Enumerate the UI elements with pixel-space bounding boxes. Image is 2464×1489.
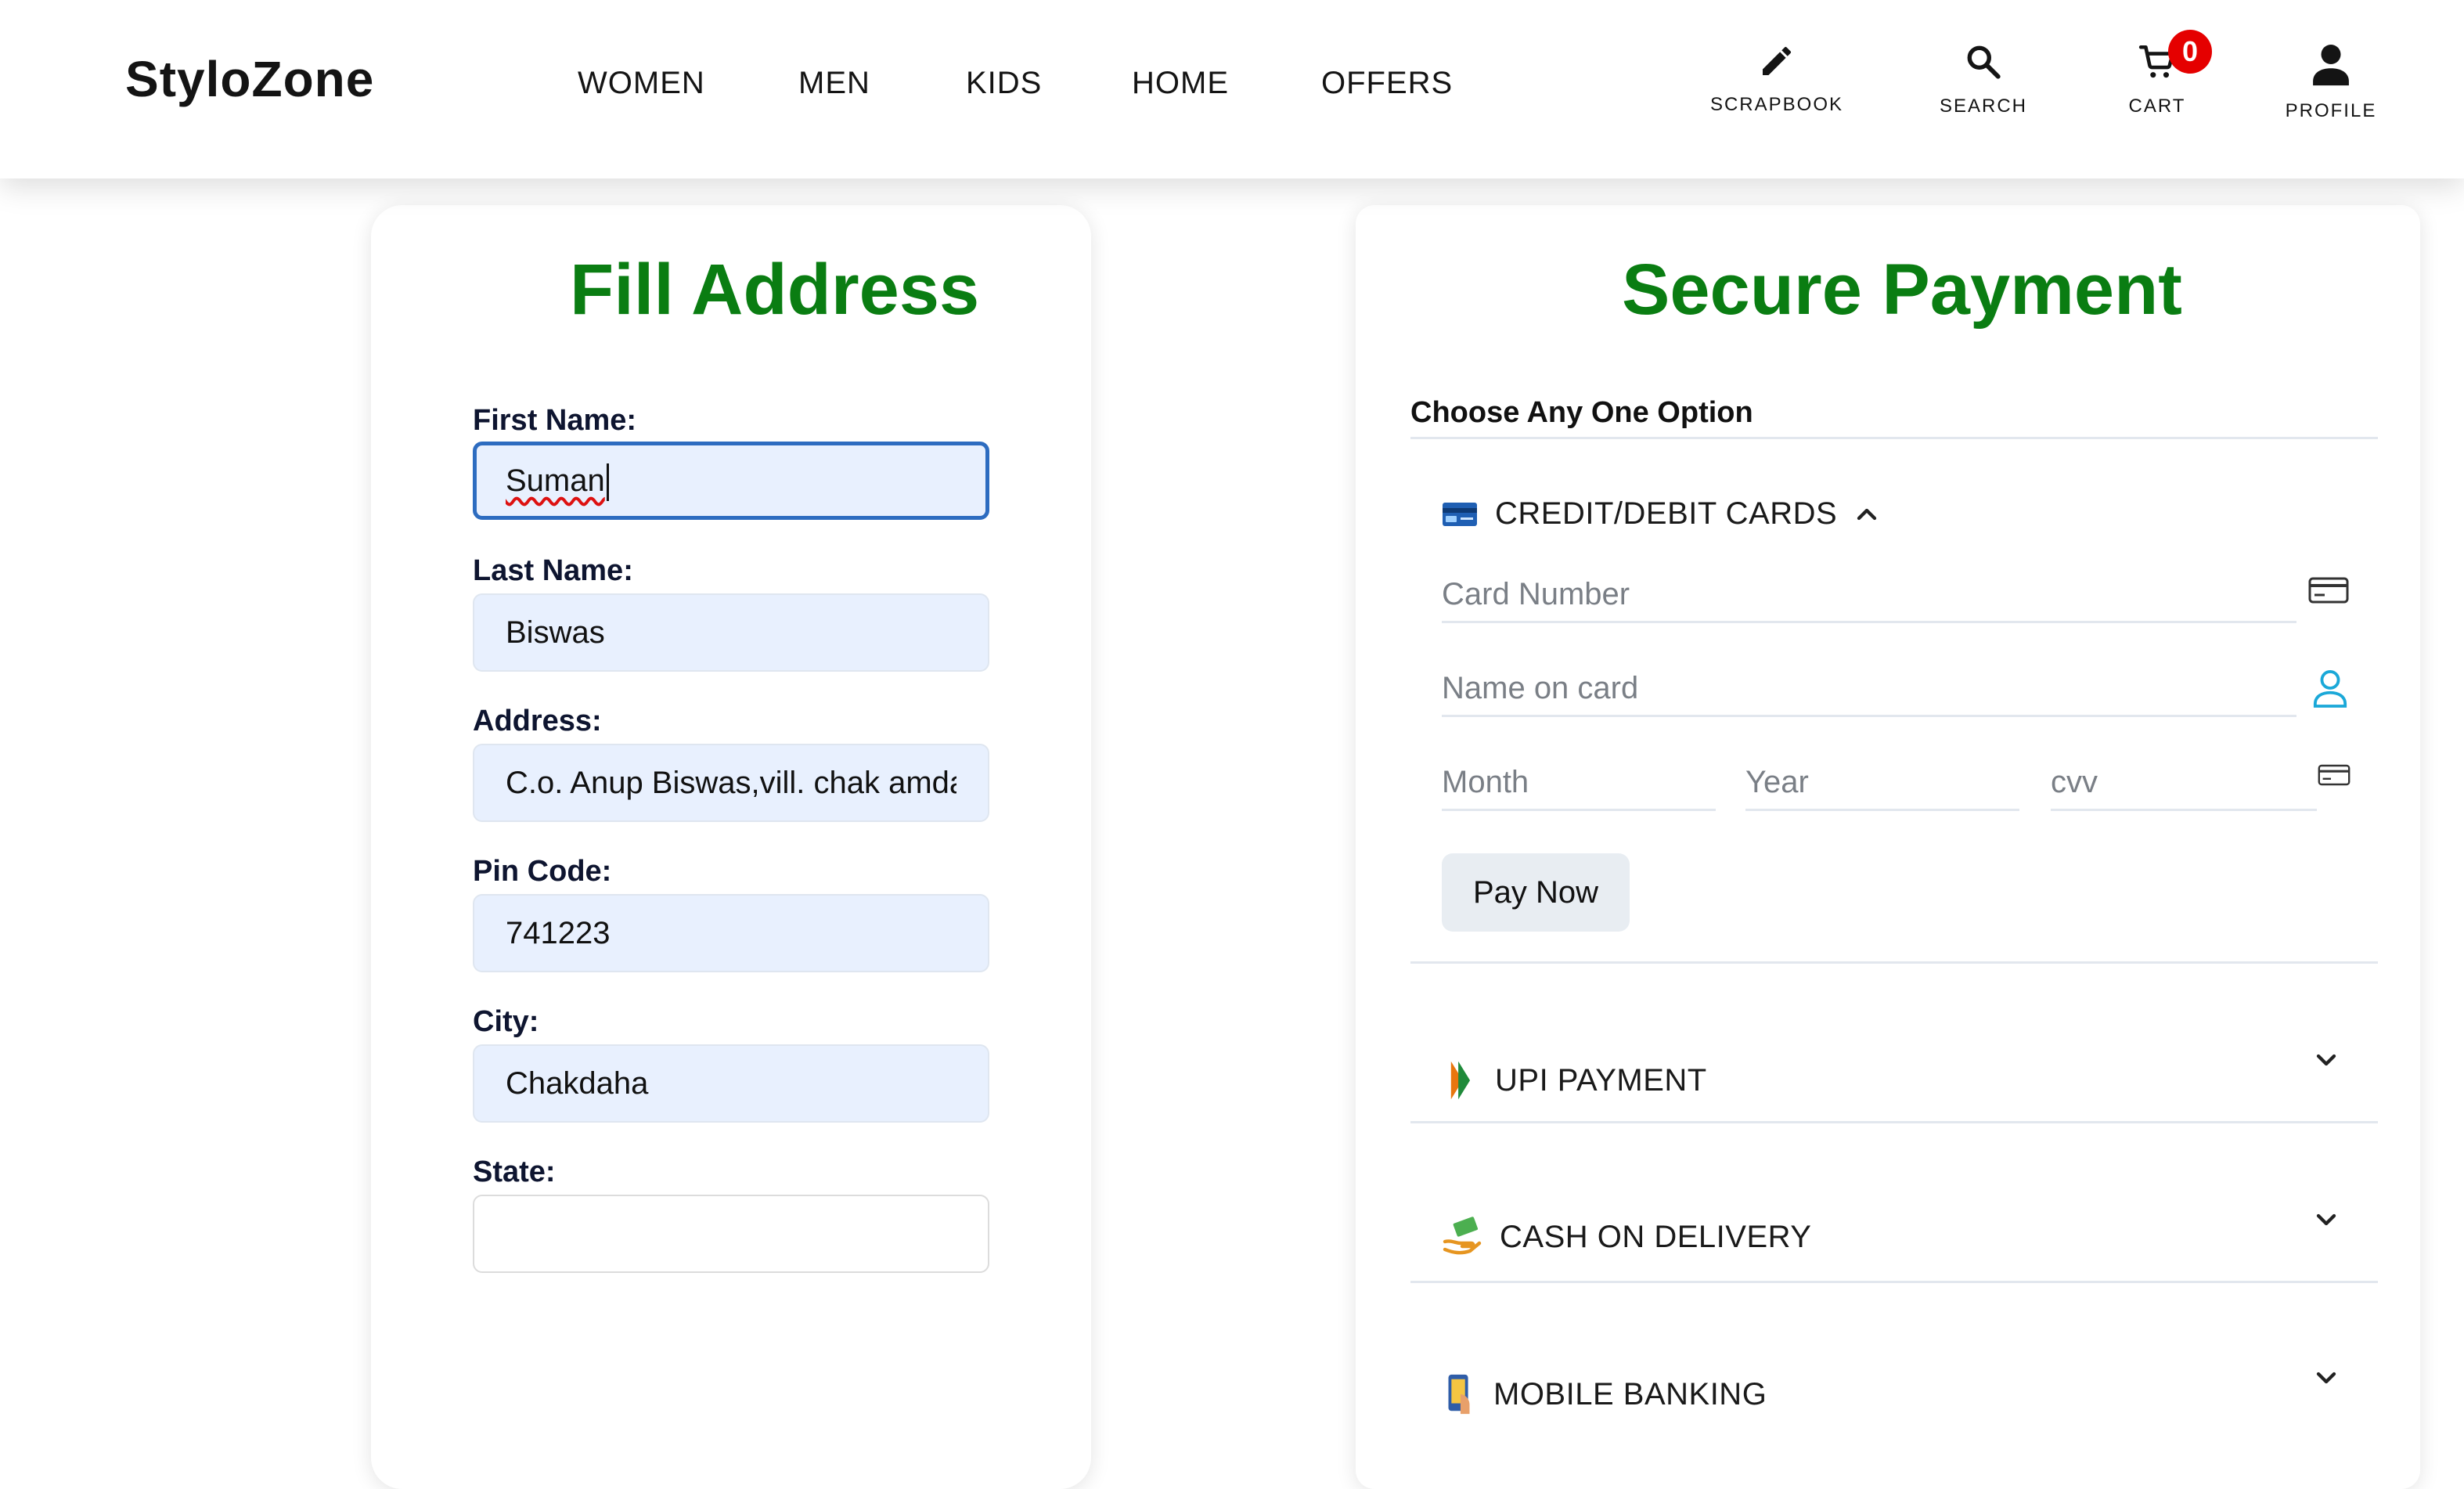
credit-debit-cards-label: CREDIT/DEBIT CARDS (1495, 496, 1838, 531)
nav-women[interactable]: WOMEN (578, 66, 705, 101)
state-input[interactable] (473, 1195, 989, 1273)
nav-offers[interactable]: OFFERS (1321, 66, 1453, 101)
pay-now-button[interactable]: Pay Now (1442, 853, 1630, 932)
last-name-label: Last Name: (473, 554, 633, 587)
payment-card: Secure Payment Choose Any One Option CRE… (1356, 205, 2420, 1489)
pin-code-label: Pin Code: (473, 855, 612, 888)
scrapbook-label: SCRAPBOOK (1709, 94, 1844, 115)
city-input[interactable] (473, 1044, 989, 1123)
profile-label: PROFILE (2285, 100, 2377, 121)
upi-icon (1450, 1061, 1471, 1100)
pencil-icon (1763, 46, 1792, 75)
city-label: City: (473, 1005, 539, 1038)
chevron-down-icon[interactable] (2311, 1044, 2342, 1076)
nav-men[interactable]: MEN (798, 66, 870, 101)
cash-icon (1443, 1217, 1482, 1255)
divider (1410, 1121, 2378, 1123)
address-label: Address: (473, 705, 602, 737)
card-icon (2318, 764, 2351, 786)
cvv-input[interactable] (2051, 756, 2317, 811)
upi-payment-toggle[interactable]: UPI PAYMENT (1442, 1058, 1707, 1102)
mobile-phone-icon (1448, 1374, 1470, 1415)
chevron-down-icon[interactable] (2311, 1362, 2342, 1393)
card-number-input[interactable] (1442, 568, 2296, 623)
nav-home[interactable]: HOME (1132, 66, 1229, 101)
pin-code-input[interactable] (473, 894, 989, 972)
cash-on-delivery-toggle[interactable]: CASH ON DELIVERY (1442, 1215, 1812, 1259)
address-input[interactable] (473, 744, 989, 822)
search-icon (1967, 45, 2001, 79)
credit-card-icon (1443, 502, 1477, 526)
nav-kids[interactable]: KIDS (966, 66, 1042, 101)
search-button[interactable]: SEARCH (1905, 42, 2062, 117)
credit-debit-cards-toggle[interactable]: CREDIT/DEBIT CARDS (1442, 496, 1882, 532)
cart-label: CART (2128, 96, 2186, 117)
address-title: Fill Address (570, 250, 980, 330)
divider (1410, 437, 2378, 439)
month-input[interactable] (1442, 756, 1716, 811)
first-name-input[interactable]: Suman (473, 442, 989, 520)
upi-payment-label: UPI PAYMENT (1495, 1062, 1707, 1098)
scrapbook-button[interactable]: SCRAPBOOK (1699, 42, 1855, 116)
choose-option-label: Choose Any One Option (1410, 396, 1753, 429)
divider (1410, 961, 2378, 964)
site-logo[interactable]: StyloZone (125, 50, 374, 108)
state-label: State: (473, 1156, 556, 1188)
chevron-up-icon (1857, 508, 1877, 520)
first-name-value: Suman (506, 463, 605, 498)
cart-count-badge: 0 (2168, 30, 2212, 74)
name-on-card-input[interactable] (1442, 662, 2296, 717)
site-header: StyloZone WOMEN MEN KIDS HOME OFFERS SCR… (0, 0, 2464, 178)
text-caret (606, 463, 609, 502)
profile-button[interactable]: PROFILE (2253, 42, 2409, 122)
year-input[interactable] (1745, 756, 2019, 811)
cart-button[interactable]: 0 CART (2079, 30, 2235, 117)
mobile-banking-label: MOBILE BANKING (1493, 1376, 1767, 1411)
payment-title: Secure Payment (1622, 250, 2182, 330)
user-icon (2313, 45, 2349, 86)
mobile-banking-toggle[interactable]: MOBILE BANKING (1442, 1373, 1767, 1415)
divider (1410, 1281, 2378, 1283)
address-card: Fill Address First Name: Suman Last Name… (371, 205, 1091, 1489)
search-label: SEARCH (1939, 96, 2028, 117)
cash-on-delivery-label: CASH ON DELIVERY (1500, 1219, 1812, 1254)
first-name-label: First Name: (473, 404, 637, 437)
chevron-down-icon[interactable] (2311, 1204, 2342, 1235)
user-icon (2313, 670, 2347, 708)
card-icon (2308, 577, 2349, 604)
last-name-input[interactable] (473, 593, 989, 672)
